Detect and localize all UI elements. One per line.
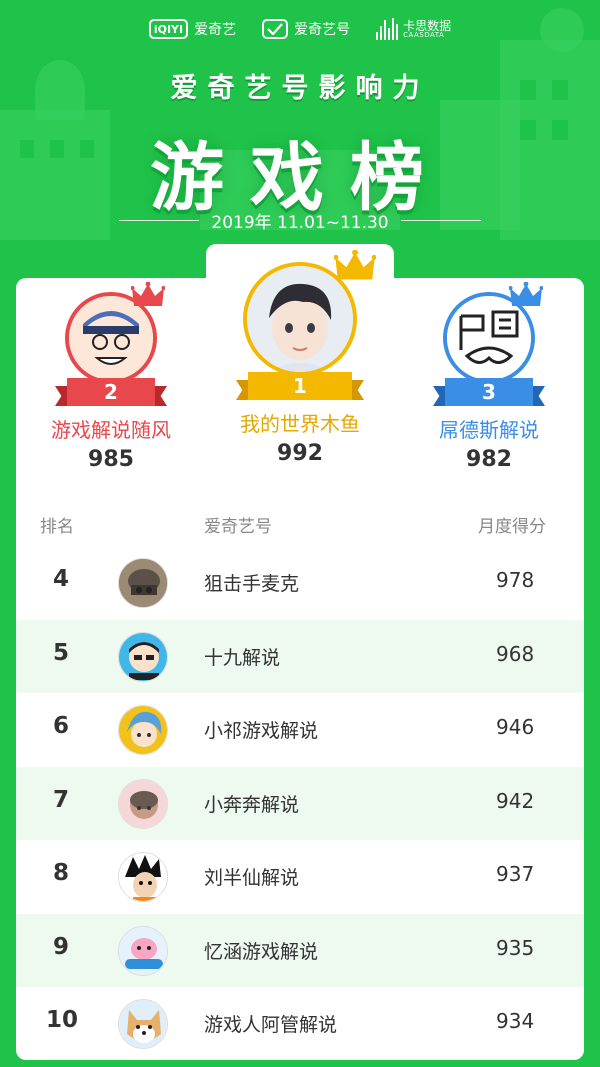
row-score: 968: [496, 641, 535, 666]
crown-icon: [131, 282, 165, 306]
row-score: 934: [496, 1009, 535, 1033]
row-score: 935: [496, 935, 535, 960]
check-icon: [262, 19, 289, 39]
caasdata-cn: 卡思数据: [403, 18, 452, 33]
row-rank: 8: [52, 860, 69, 886]
crown-icon: [509, 282, 543, 306]
rank-number: 1: [248, 372, 352, 400]
table-row[interactable]: 9 忆涵游戏解说 935: [16, 913, 584, 987]
row-rank: 4: [52, 566, 69, 592]
table-row[interactable]: 5 十九解说 968: [16, 619, 584, 693]
podium-name: 屌德斯解说: [439, 418, 539, 442]
podium-rank-1[interactable]: 1 我的世界木鱼 992: [205, 250, 395, 466]
avatar: [118, 852, 168, 902]
row-score: 942: [496, 788, 535, 813]
podium-rank-2[interactable]: 2 游戏解说随风 985: [16, 282, 206, 472]
row-name: 刘半仙解说: [204, 867, 300, 889]
row-rank: 7: [52, 786, 69, 813]
avatar: [118, 778, 168, 829]
avatar: [118, 999, 168, 1049]
row-name: 狙击手麦克: [204, 573, 300, 595]
rank-ribbon: 3: [433, 378, 545, 406]
rank-number: 2: [67, 378, 155, 406]
col-score-header: 月度得分: [478, 517, 546, 537]
rank-ribbon: 1: [236, 372, 364, 400]
date-range: 2019年 11.01~11.30: [211, 213, 389, 233]
row-score: 937: [496, 862, 535, 886]
divider-left: [119, 220, 200, 221]
iqiyi-logo: iQIYI: [148, 19, 189, 39]
row-rank: 10: [46, 1007, 79, 1033]
cartoon-face-icon: [69, 296, 153, 380]
row-name: 小奔奔解说: [204, 793, 300, 816]
table-row[interactable]: 8 刘半仙解说 937: [16, 840, 584, 914]
podium-score: 985: [88, 447, 134, 472]
caasdata-brand: 卡思数据 CAASDATA: [376, 18, 451, 40]
col-rank-header: 排名: [40, 517, 74, 537]
avatar: [118, 631, 168, 682]
divider-right: [400, 220, 481, 221]
podium-name: 游戏解说随风: [51, 418, 171, 442]
podium-score: 982: [466, 447, 512, 472]
avatar: [118, 558, 168, 608]
rank-ribbon: 2: [55, 378, 167, 406]
iqiyi-brand: iQIYI 爱奇艺: [148, 19, 237, 39]
row-score: 946: [496, 715, 535, 739]
iqiyi-hao-brand: 爱奇艺号: [262, 19, 350, 39]
row-score: 978: [496, 568, 535, 592]
podium-name: 我的世界木鱼: [240, 412, 360, 436]
bars-icon: [376, 18, 399, 40]
iqiyi-hao-name: 爱奇艺号: [294, 22, 351, 38]
row-rank: 9: [52, 933, 69, 960]
rank-number: 3: [445, 378, 533, 406]
table-row[interactable]: 7 小奔奔解说 942: [16, 766, 584, 840]
row-name: 小祁游戏解说: [204, 720, 319, 742]
podium-rank-3[interactable]: 3 屌德斯解说 982: [394, 282, 584, 472]
ranking-list: 4 狙击手麦克 978 5 十九解说 968 6 小祁游戏解说 946 7 小奔…: [16, 546, 584, 1061]
row-rank: 5: [52, 639, 69, 666]
date-range-row: 2019年 11.01~11.30: [0, 208, 600, 233]
table-row[interactable]: 4 狙击手麦克 978: [16, 546, 584, 620]
table-row[interactable]: 10 游戏人阿管解说 934: [16, 987, 584, 1061]
page-subtitle: 爱奇艺号影响力: [170, 73, 430, 104]
row-name: 忆涵游戏解说: [204, 940, 319, 963]
calligraphy-logo-icon: [447, 296, 531, 380]
podium-score: 992: [277, 441, 323, 466]
avatar: [118, 925, 168, 976]
table-row[interactable]: 6 小祁游戏解说 946: [16, 693, 584, 767]
col-name-header: 爱奇艺号: [204, 517, 272, 537]
table-header: 排名 爱奇艺号 月度得分: [16, 508, 584, 538]
row-name: 十九解说: [204, 646, 281, 669]
brand-bar: iQIYI 爱奇艺 爱奇艺号 卡思数据 CAASDATA: [0, 14, 600, 44]
row-rank: 6: [52, 713, 69, 739]
row-name: 游戏人阿管解说: [204, 1014, 338, 1036]
avatar: [118, 705, 168, 755]
iqiyi-brand-name: 爱奇艺: [194, 22, 237, 38]
caasdata-en: CAASDATA: [403, 30, 445, 39]
crown-icon: [334, 250, 376, 280]
